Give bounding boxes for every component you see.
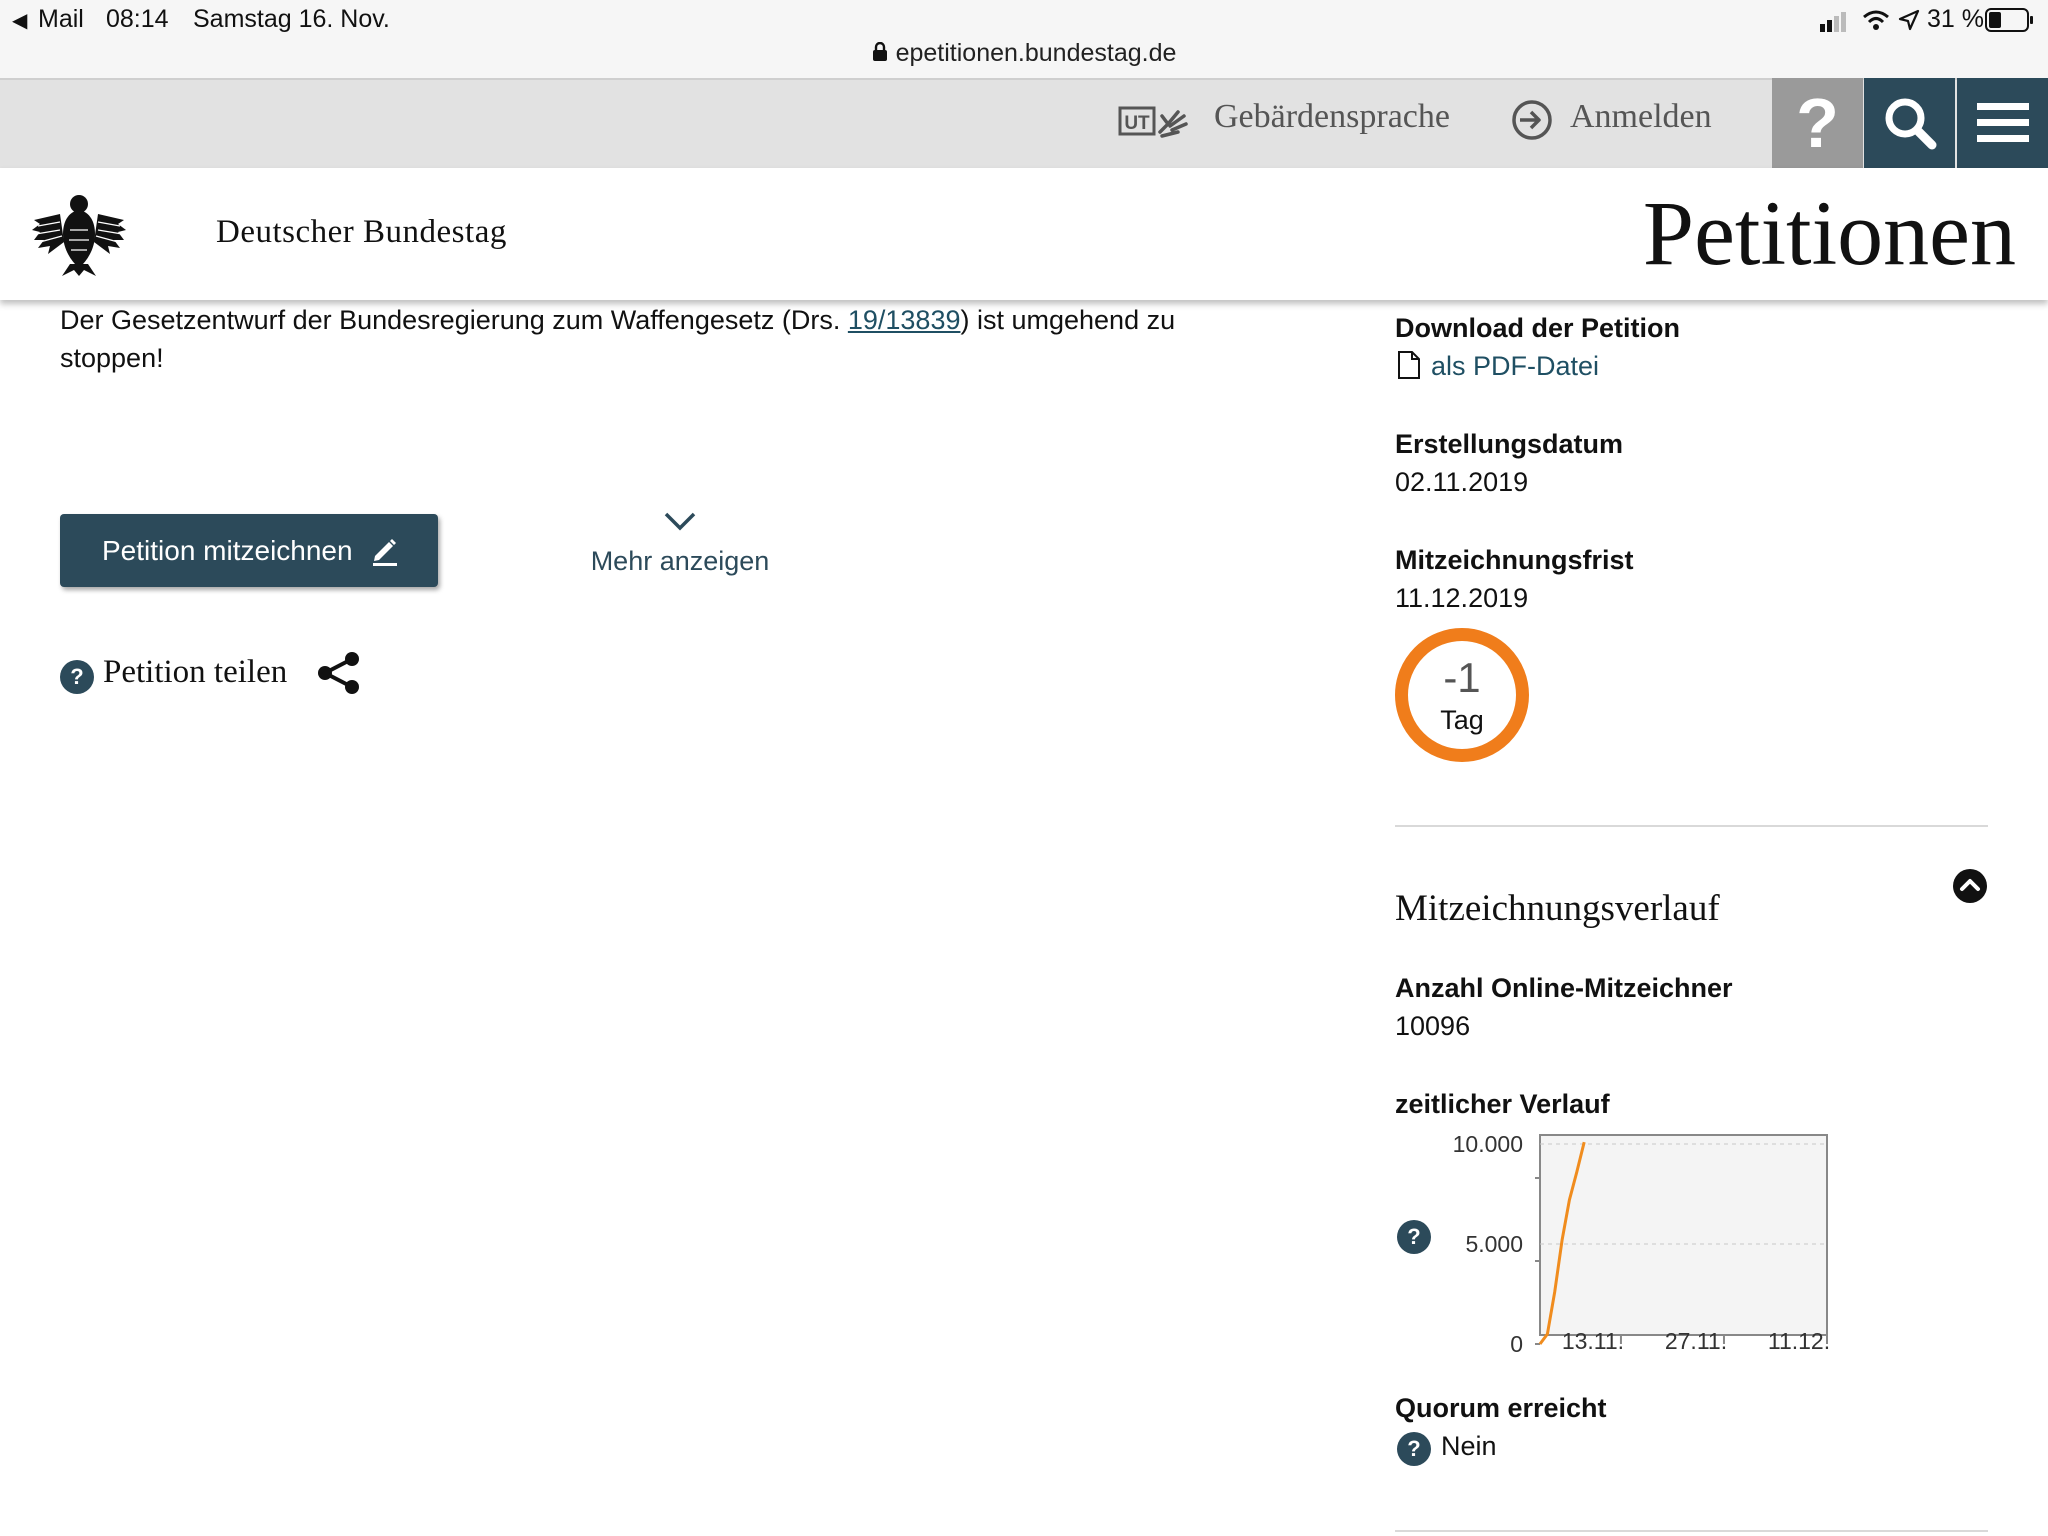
- x-tick-label: 11.12.: [1768, 1328, 1830, 1354]
- location-arrow-icon: [1898, 9, 1920, 31]
- x-tick-label: 13.11.: [1562, 1328, 1624, 1354]
- status-date: Samstag 16. Nov.: [193, 5, 390, 33]
- service-toolbar: [0, 80, 2048, 168]
- battery-percentage: 31 %: [1927, 5, 1984, 33]
- chart-plot-area: [1539, 1134, 1828, 1336]
- svg-text:UT: UT: [1124, 113, 1150, 134]
- login-link[interactable]: Anmelden: [1570, 98, 1712, 136]
- battery-icon: [1985, 8, 2033, 32]
- chevron-down-icon: [664, 512, 696, 531]
- y-tick-label: 0: [1510, 1331, 1523, 1357]
- sign-language-icon: UT: [1118, 102, 1194, 147]
- history-section-title: Mitzeichnungsverlauf: [1395, 888, 1720, 929]
- question-mark-icon: ?: [1796, 84, 1839, 162]
- sign-petition-button[interactable]: Petition mitzeichnen: [60, 514, 438, 587]
- countdown-unit: Tag: [1440, 705, 1484, 735]
- share-label: Petition teilen: [103, 654, 288, 690]
- url-text: epetitionen.bundestag.de: [895, 39, 1177, 67]
- pdf-download-link[interactable]: als PDF-Datei: [1431, 351, 1599, 382]
- share-help-icon[interactable]: ?: [60, 660, 94, 694]
- y-tick-label: 10.000: [1453, 1131, 1523, 1157]
- signatures-timeline-chart: 10.000 5.000 0 13.11. 27.11. 11.12.: [1453, 1131, 1830, 1357]
- wifi-icon: [1863, 10, 1889, 30]
- y-tick-label: 5.000: [1465, 1231, 1523, 1257]
- search-icon: [1885, 98, 1936, 150]
- lock-icon: [872, 40, 888, 69]
- quorum-label: Quorum erreicht: [1395, 1393, 1607, 1423]
- countdown-badge: -1 Tag: [1395, 628, 1529, 762]
- cellular-signal-icon: [1820, 12, 1846, 32]
- org-name[interactable]: Deutscher Bundestag: [216, 214, 507, 251]
- address-bar[interactable]: epetitionen.bundestag.de: [0, 39, 2048, 69]
- countdown-value: -1: [1443, 654, 1481, 701]
- section-divider: [1395, 825, 1988, 827]
- petition-text-part1: Der Gesetzentwurf der Bundesregierung zu…: [60, 305, 848, 335]
- section-divider-bottom: [1395, 1530, 1988, 1532]
- quorum-value: Nein: [1441, 1431, 1497, 1461]
- back-arrow-icon[interactable]: ◀: [12, 8, 27, 33]
- online-count-label: Anzahl Online-Mitzeichner: [1395, 973, 1733, 1003]
- hamburger-menu-icon: [1976, 103, 2029, 142]
- back-app-label[interactable]: Mail: [38, 5, 84, 34]
- status-bar: ◀ Mail 08:14 Samstag 16. Nov. 31 % epeti…: [0, 0, 2048, 80]
- sign-petition-label: Petition mitzeichnen: [102, 534, 353, 566]
- show-more-toggle[interactable]: Mehr anzeigen: [560, 510, 800, 577]
- created-value: 02.11.2019: [1395, 467, 1529, 497]
- help-button[interactable]: ?: [1772, 78, 1863, 168]
- online-count-value: 10096: [1395, 1011, 1471, 1041]
- download-label: Download der Petition: [1395, 313, 1681, 343]
- deadline-value: 11.12.2019: [1395, 583, 1529, 613]
- document-icon: [1398, 351, 1420, 379]
- search-button[interactable]: [1864, 78, 1955, 168]
- pencil-icon: [372, 538, 397, 566]
- document-link[interactable]: 19/13839: [848, 305, 961, 335]
- created-label: Erstellungsdatum: [1395, 429, 1624, 459]
- federal-eagle-logo[interactable]: [30, 190, 128, 281]
- share-icon[interactable]: [316, 650, 362, 696]
- show-more-label: Mehr anzeigen: [590, 546, 770, 576]
- collapse-chevron-up-icon[interactable]: [1952, 868, 1988, 904]
- sign-language-link[interactable]: Gebärdensprache: [1214, 98, 1450, 136]
- x-tick-label: 27.11.: [1665, 1328, 1727, 1354]
- menu-button[interactable]: [1957, 78, 2048, 168]
- petition-text: Der Gesetzentwurf der Bundesregierung zu…: [60, 301, 1260, 377]
- timeline-label: zeitlicher Verlauf: [1395, 1089, 1610, 1119]
- login-icon: [1510, 98, 1554, 147]
- status-time: 08:14: [106, 5, 169, 33]
- quorum-help-icon[interactable]: ?: [1397, 1432, 1431, 1466]
- site-title[interactable]: Petitionen: [1643, 180, 2016, 286]
- petition-text-line2: stoppen!: [60, 343, 164, 373]
- deadline-label: Mitzeichnungsfrist: [1395, 545, 1634, 575]
- petition-text-part2: ) ist umgehend zu: [960, 305, 1176, 335]
